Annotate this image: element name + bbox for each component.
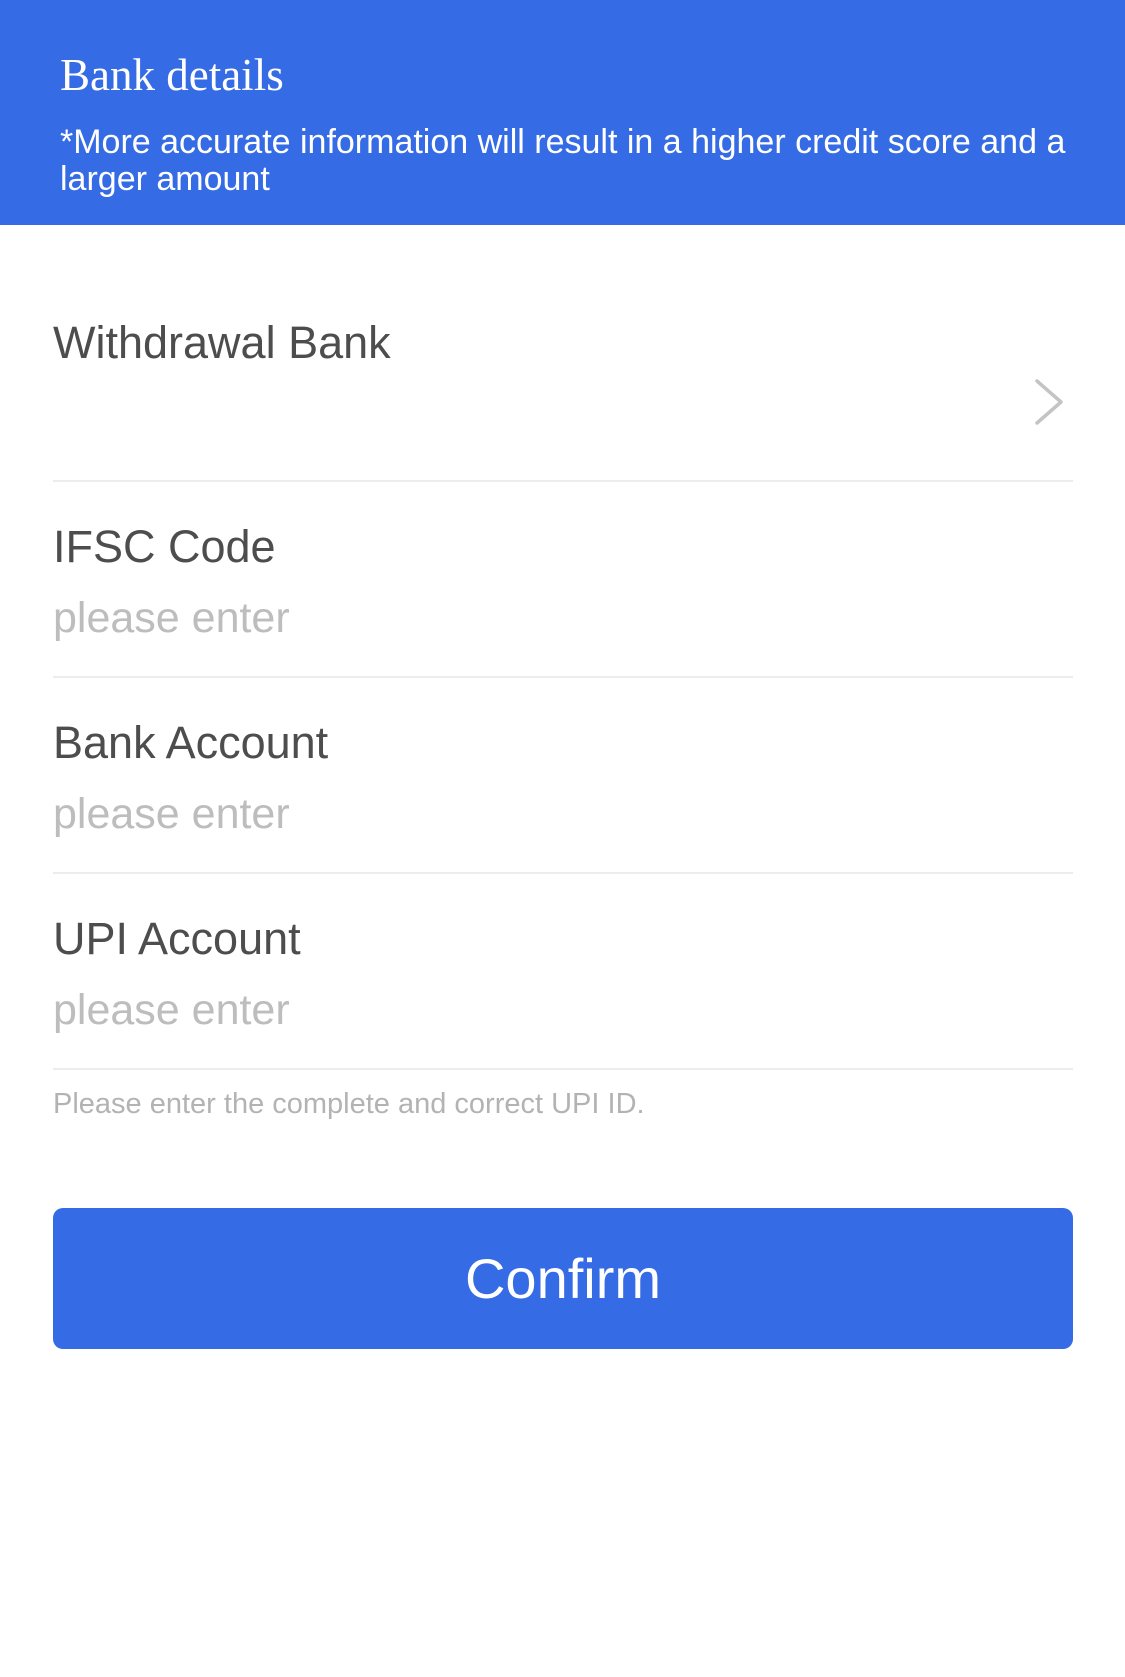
withdrawal-bank-label: Withdrawal Bank [53,317,391,368]
bank-account-input[interactable] [53,786,1033,842]
ifsc-code-field: IFSC Code [53,482,1073,678]
bank-account-label: Bank Account [53,717,329,768]
page-title: Bank details [60,50,284,100]
confirm-button[interactable]: Confirm [53,1208,1073,1349]
bank-account-field: Bank Account [53,678,1073,874]
page-subtitle: *More accurate information will result i… [60,123,1066,198]
upi-account-input[interactable] [53,982,1033,1038]
upi-account-field: UPI Account [53,874,1073,1070]
ifsc-code-label: IFSC Code [53,521,276,572]
ifsc-code-input[interactable] [53,590,1033,646]
withdrawal-bank-selector[interactable]: Withdrawal Bank [53,225,1073,482]
upi-hint-text: Please enter the complete and correct UP… [53,1088,645,1120]
upi-account-label: UPI Account [53,913,301,964]
page-header: Bank details *More accurate information … [0,0,1125,225]
chevron-right-icon[interactable] [1033,377,1067,427]
bank-details-form: Withdrawal Bank IFSC Code Bank Account U… [53,225,1073,1070]
